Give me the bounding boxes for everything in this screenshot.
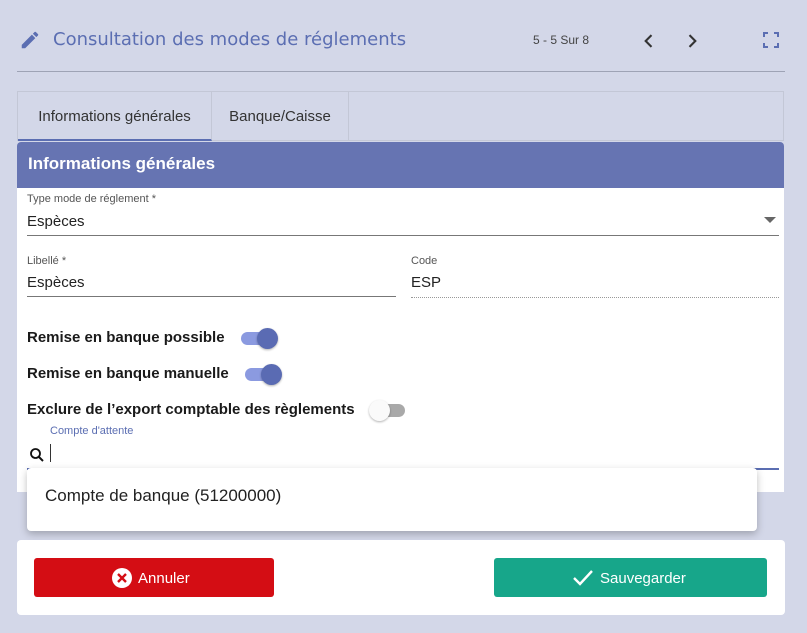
fullscreen-icon[interactable] — [762, 31, 780, 49]
code-input: ESP — [411, 274, 442, 291]
compte-attente-label: Compte d'attente — [50, 425, 134, 437]
toggle-label: Remise en banque possible — [27, 328, 225, 346]
chevron-right-icon[interactable] — [682, 30, 702, 52]
toggle-remise-manuelle[interactable] — [243, 364, 282, 385]
toggle-exclure-export[interactable] — [368, 400, 407, 421]
toggle-row-remise-manuelle: Remise en banque manuelle — [27, 364, 282, 385]
dropdown-arrow-icon[interactable] — [764, 217, 776, 223]
header-divider — [17, 71, 785, 72]
toggle-remise-possible[interactable] — [239, 328, 278, 349]
save-button[interactable]: Sauvegarder — [494, 558, 767, 597]
code-underline — [411, 297, 779, 298]
pager-text: 5 - 5 Sur 8 — [533, 33, 590, 47]
close-circle-icon — [112, 568, 132, 588]
compte-attente-input[interactable] — [51, 442, 775, 466]
form-panel: Informations générales Type mode de régl… — [17, 142, 784, 492]
search-icon — [30, 448, 44, 462]
page-title: Consultation des modes de réglements — [53, 29, 407, 50]
chevron-left-icon[interactable] — [639, 30, 659, 52]
toggle-label: Exclure de l’export comptable des règlem… — [27, 400, 355, 418]
cancel-button[interactable]: Annuler — [34, 558, 274, 597]
tab-informations-generales[interactable]: Informations générales — [18, 92, 212, 141]
dropdown-option[interactable]: Compte de banque (51200000) — [45, 486, 281, 506]
type-field-label: Type mode de réglement * — [27, 193, 157, 205]
save-button-label: Sauvegarder — [600, 569, 686, 587]
toggle-row-remise-possible: Remise en banque possible — [27, 328, 278, 349]
code-field-label: Code — [411, 255, 438, 267]
dialog-header: Consultation des modes de réglements 5 -… — [0, 0, 807, 72]
toggle-label: Remise en banque manuelle — [27, 364, 229, 382]
libelle-underline — [27, 296, 396, 297]
type-underline — [27, 235, 779, 236]
type-select[interactable]: Espèces — [27, 213, 85, 230]
autocomplete-dropdown: Compte de banque (51200000) — [27, 468, 757, 531]
tab-banque-caisse[interactable]: Banque/Caisse — [212, 92, 349, 141]
toggle-row-exclure-export: Exclure de l’export comptable des règlem… — [27, 400, 407, 421]
panel-title: Informations générales — [17, 142, 784, 188]
tab-bar: Informations générales Banque/Caisse — [17, 91, 784, 141]
libelle-field-label: Libellé * — [27, 255, 67, 267]
pencil-icon — [21, 31, 39, 49]
footer-actions: Annuler Sauvegarder — [17, 540, 785, 615]
cancel-button-label: Annuler — [138, 569, 190, 587]
check-icon — [573, 570, 593, 586]
libelle-input[interactable]: Espèces — [27, 274, 85, 291]
